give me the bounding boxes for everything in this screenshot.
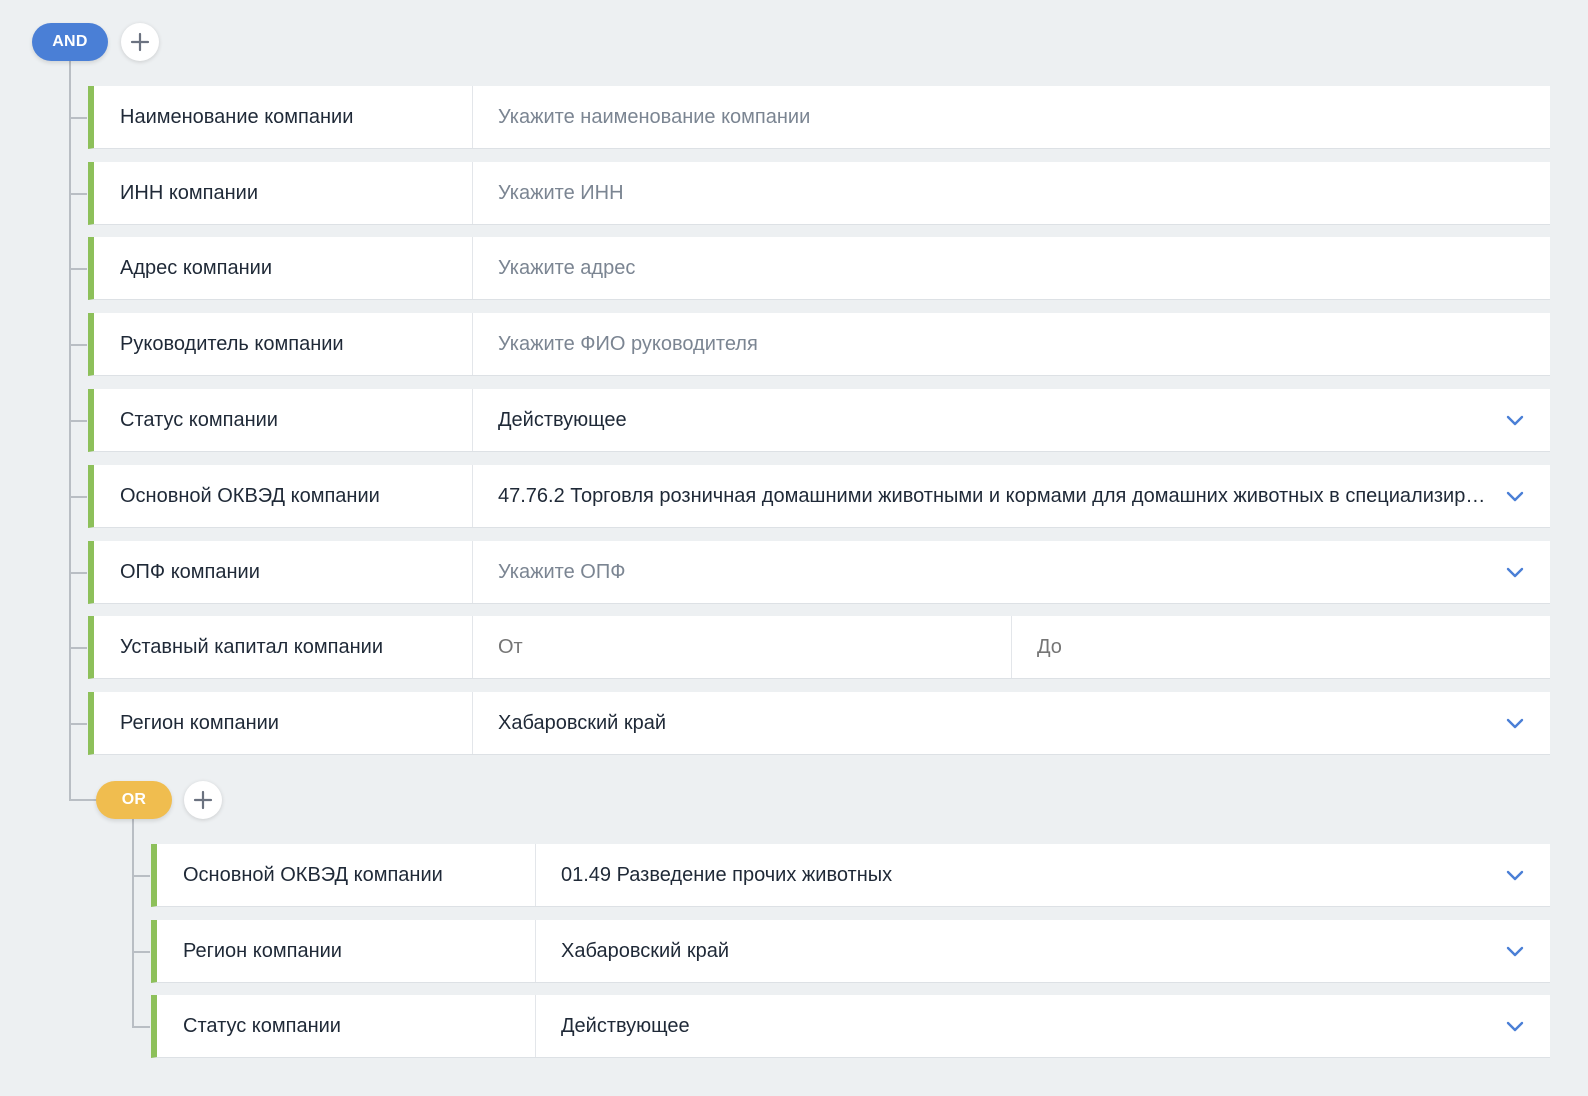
capital-to-input[interactable] <box>1037 635 1550 659</box>
tree-tick <box>71 268 87 270</box>
condition-label: Статус компании <box>94 389 473 451</box>
condition-row-okved: Основной ОКВЭД компании 47.76.2 Торговля… <box>88 465 1550 528</box>
or-status-select[interactable]: Действующее <box>536 995 1550 1057</box>
and-tree-line <box>69 61 71 800</box>
or-add-condition-button[interactable] <box>184 781 222 819</box>
tree-tick <box>134 875 150 877</box>
condition-row-capital: Уставный капитал компании <box>88 616 1550 679</box>
and-to-or-connector <box>69 799 97 801</box>
tree-tick <box>71 193 87 195</box>
chevron-down-icon[interactable] <box>1504 1015 1526 1037</box>
condition-label: Уставный капитал компании <box>94 616 473 678</box>
condition-label: Основной ОКВЭД компании <box>94 465 473 527</box>
tree-tick <box>71 117 87 119</box>
condition-row-opf: ОПФ компании Укажите ОПФ <box>88 541 1550 604</box>
chevron-down-icon[interactable] <box>1504 409 1526 431</box>
tree-tick <box>71 344 87 346</box>
capital-from <box>473 616 1011 678</box>
selected-value: 47.76.2 Торговля розничная домашними жив… <box>498 484 1530 507</box>
capital-from-input[interactable] <box>498 635 1011 659</box>
chevron-down-icon[interactable] <box>1504 561 1526 583</box>
condition-label: Регион компании <box>94 692 473 754</box>
selected-value: Действующее <box>561 1014 690 1037</box>
select-placeholder: Укажите ОПФ <box>498 560 626 583</box>
selected-value: Действующее <box>498 408 627 431</box>
tree-tick <box>134 1026 150 1028</box>
inn-input[interactable] <box>498 181 1530 205</box>
condition-label: Основной ОКВЭД компании <box>157 844 536 906</box>
capital-to <box>1011 616 1550 678</box>
tree-tick <box>134 951 150 953</box>
chevron-down-icon[interactable] <box>1504 864 1526 886</box>
tree-tick <box>71 647 87 649</box>
okved-select[interactable]: 47.76.2 Торговля розничная домашними жив… <box>473 465 1550 527</box>
plus-icon <box>130 32 150 52</box>
condition-row-director: Руководитель компании <box>88 313 1550 376</box>
or-condition-row-status: Статус компании Действующее <box>151 995 1550 1058</box>
condition-label: ОПФ компании <box>94 541 473 603</box>
company-name-input[interactable] <box>498 105 1530 129</box>
or-operator-button[interactable]: OR <box>96 781 172 819</box>
condition-row-region: Регион компании Хабаровский край <box>88 692 1550 755</box>
condition-label: Регион компании <box>157 920 536 982</box>
and-operator-button[interactable]: AND <box>32 23 108 61</box>
or-okved-select[interactable]: 01.49 Разведение прочих животных <box>536 844 1550 906</box>
condition-label: Руководитель компании <box>94 313 473 375</box>
chevron-down-icon[interactable] <box>1504 940 1526 962</box>
or-condition-row-region: Регион компании Хабаровский край <box>151 920 1550 983</box>
status-select[interactable]: Действующее <box>473 389 1550 451</box>
selected-value: Хабаровский край <box>561 939 730 962</box>
address-input[interactable] <box>498 256 1530 280</box>
chevron-down-icon[interactable] <box>1504 485 1526 507</box>
condition-row-status: Статус компании Действующее <box>88 389 1550 452</box>
or-region-select[interactable]: Хабаровский край <box>536 920 1550 982</box>
opf-select[interactable]: Укажите ОПФ <box>473 541 1550 603</box>
condition-label: Наименование компании <box>94 86 473 148</box>
tree-tick <box>71 496 87 498</box>
plus-icon <box>193 790 213 810</box>
selected-value: 01.49 Разведение прочих животных <box>561 863 893 886</box>
condition-row-inn: ИНН компании <box>88 162 1550 225</box>
or-condition-row-okved: Основной ОКВЭД компании 01.49 Разведение… <box>151 844 1550 907</box>
condition-row-company-name: Наименование компании <box>88 86 1550 149</box>
tree-tick <box>71 572 87 574</box>
condition-label: ИНН компании <box>94 162 473 224</box>
region-select[interactable]: Хабаровский край <box>473 692 1550 754</box>
tree-tick <box>71 420 87 422</box>
chevron-down-icon[interactable] <box>1504 712 1526 734</box>
condition-label: Адрес компании <box>94 237 473 299</box>
tree-tick <box>71 723 87 725</box>
or-tree-line <box>132 818 134 1028</box>
condition-row-address: Адрес компании <box>88 237 1550 300</box>
and-add-condition-button[interactable] <box>121 23 159 61</box>
condition-label: Статус компании <box>157 995 536 1057</box>
selected-value: Хабаровский край <box>498 711 667 734</box>
director-input[interactable] <box>498 332 1530 356</box>
